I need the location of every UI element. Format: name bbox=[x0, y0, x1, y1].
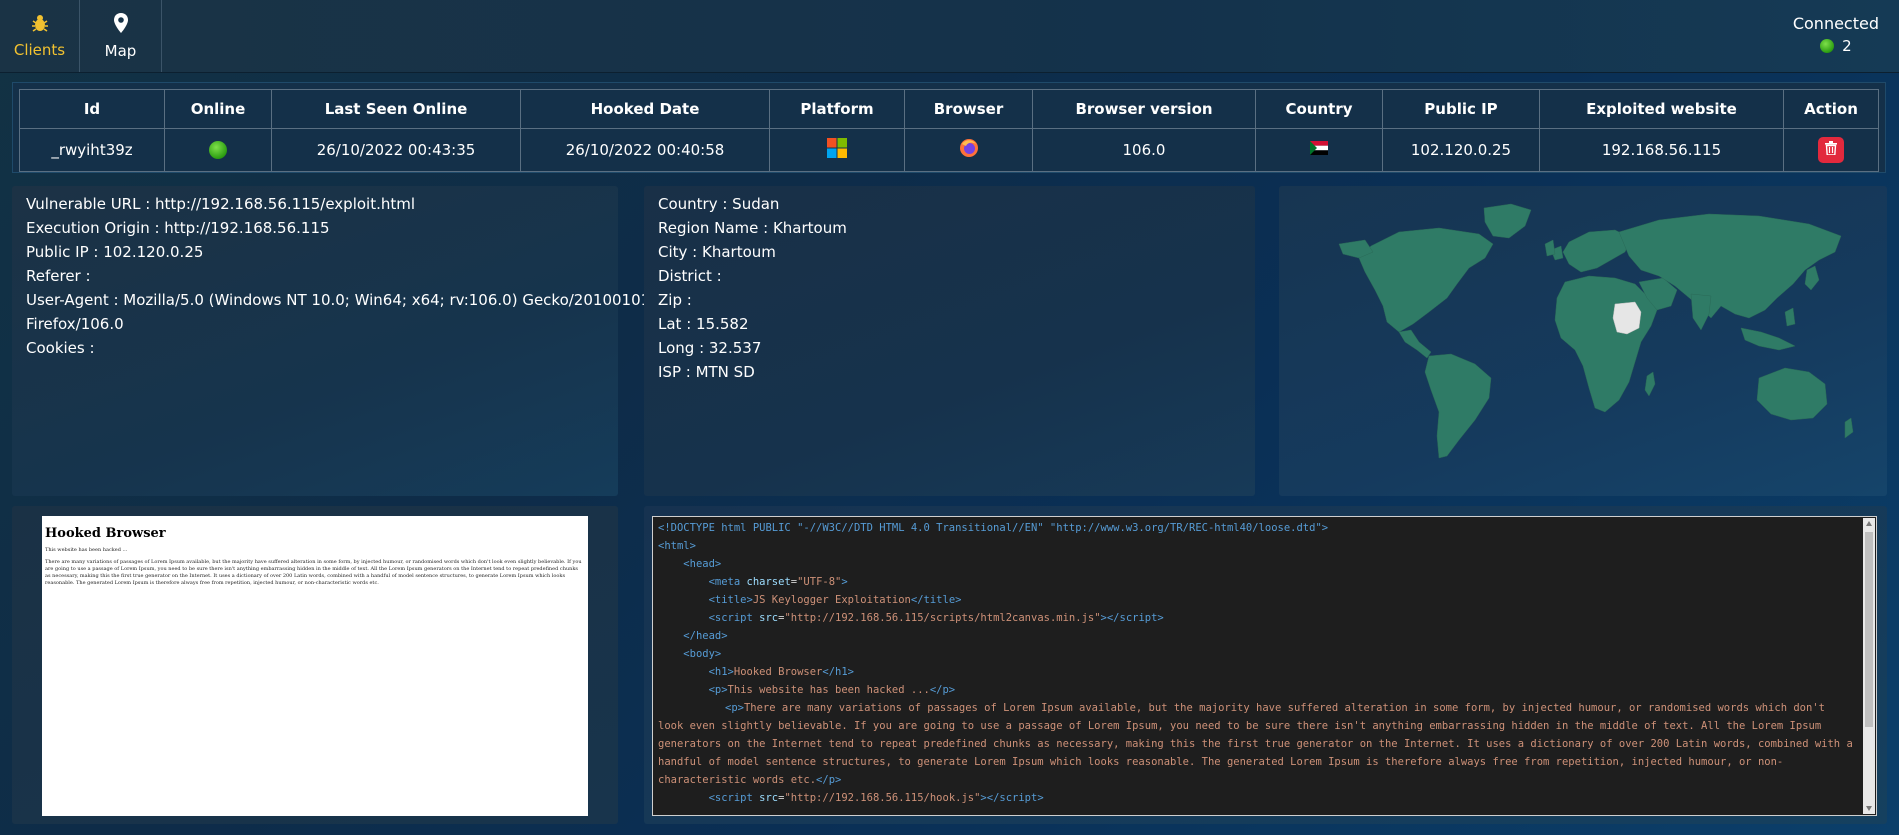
cookies: Cookies : bbox=[26, 339, 95, 357]
code-h1: Hooked Browser bbox=[733, 666, 823, 678]
clients-table: Id Online Last Seen Online Hooked Date P… bbox=[19, 89, 1879, 172]
cell-online bbox=[164, 128, 272, 172]
vulnerable-url: Vulnerable URL : http://192.168.56.115/e… bbox=[26, 195, 416, 213]
cell-id: _rwyiht39z bbox=[19, 128, 165, 172]
table-header-row: Id Online Last Seen Online Hooked Date P… bbox=[19, 89, 1879, 129]
public-ip: Public IP : 102.120.0.25 bbox=[26, 243, 204, 261]
col-country: Country bbox=[1255, 89, 1383, 129]
preview-paragraph-1: This website has been hacked ... bbox=[45, 547, 128, 553]
connection-status: Connected 2 bbox=[1793, 14, 1879, 55]
geo-region: Region Name : Khartoum bbox=[658, 219, 847, 237]
preview-paragraph-2: There are many variations of passages of… bbox=[45, 559, 582, 586]
sudan-highlight bbox=[1612, 301, 1642, 335]
col-last-seen: Last Seen Online bbox=[271, 89, 521, 129]
cell-public-ip: 102.120.0.25 bbox=[1382, 128, 1540, 172]
connected-count: 2 bbox=[1842, 37, 1852, 55]
nav-clients-label: Clients bbox=[13, 41, 66, 59]
cell-last-seen: 26/10/2022 00:43:35 bbox=[271, 128, 521, 172]
col-id: Id bbox=[19, 89, 165, 129]
world-map[interactable] bbox=[1279, 186, 1887, 496]
nav-clients-button[interactable]: Clients bbox=[0, 0, 80, 72]
cell-platform bbox=[769, 128, 905, 172]
col-exploited-website: Exploited website bbox=[1539, 89, 1784, 129]
cell-browser-version: 106.0 bbox=[1032, 128, 1256, 172]
geo-zip: Zip : bbox=[658, 291, 692, 309]
scroll-down-icon[interactable] bbox=[1866, 806, 1872, 811]
hooked-page-screenshot: Hooked Browser This website has been hac… bbox=[42, 516, 588, 816]
geo-country: Country : Sudan bbox=[658, 195, 780, 213]
geo-district: District : bbox=[658, 267, 722, 285]
cell-country bbox=[1255, 128, 1383, 172]
nav-map-button[interactable]: Map bbox=[80, 0, 162, 72]
cell-hooked-date: 26/10/2022 00:40:58 bbox=[520, 128, 770, 172]
col-browser-version: Browser version bbox=[1032, 89, 1256, 129]
code-script1-src: "http://192.168.56.115/scripts/html2canv… bbox=[784, 612, 1101, 624]
sudan-flag-icon bbox=[1310, 141, 1328, 159]
code-scrollbar[interactable] bbox=[1863, 518, 1875, 814]
page-source-code[interactable]: <!DOCTYPE html PUBLIC "-//W3C//DTD HTML … bbox=[652, 516, 1877, 816]
nav-map-label: Map bbox=[104, 42, 137, 60]
code-title: JS Keylogger Exploitation bbox=[752, 594, 911, 606]
delete-client-button[interactable] bbox=[1818, 137, 1844, 163]
connection-status-label: Connected bbox=[1792, 14, 1879, 33]
referer: Referer : bbox=[26, 267, 91, 285]
page-source-panel: <!DOCTYPE html PUBLIC "-//W3C//DTD HTML … bbox=[644, 506, 1887, 824]
geo-isp: ISP : MTN SD bbox=[658, 363, 755, 381]
trash-icon bbox=[1825, 141, 1837, 159]
bug-icon bbox=[30, 13, 50, 37]
code-script2-src: "http://192.168.56.115/hook.js" bbox=[784, 792, 981, 804]
cell-exploited-website: 192.168.56.115 bbox=[1539, 128, 1784, 172]
col-browser: Browser bbox=[904, 89, 1033, 129]
col-public-ip: Public IP bbox=[1382, 89, 1540, 129]
code-doctype: <!DOCTYPE html PUBLIC "-//W3C//DTD HTML … bbox=[658, 522, 1329, 534]
table-row[interactable]: _rwyiht39z 26/10/2022 00:43:35 26/10/202… bbox=[19, 128, 1879, 172]
user-agent-continued: Firefox/106.0 bbox=[26, 315, 124, 333]
code-p1: This website has been hacked ... bbox=[727, 684, 930, 696]
cell-action bbox=[1783, 128, 1879, 172]
top-navbar: Clients Map Connected 2 bbox=[0, 0, 1899, 73]
client-info-panel: Vulnerable URL : http://192.168.56.115/e… bbox=[12, 186, 651, 496]
col-action: Action bbox=[1783, 89, 1879, 129]
geo-lat: Lat : 15.582 bbox=[658, 315, 749, 333]
code-charset: "UTF-8" bbox=[797, 576, 842, 588]
col-platform: Platform bbox=[769, 89, 905, 129]
execution-origin: Execution Origin : http://192.168.56.115 bbox=[26, 219, 330, 237]
online-dot-icon bbox=[1820, 39, 1835, 53]
online-status-icon bbox=[209, 141, 227, 160]
geo-info-panel: Country : Sudan Region Name : Khartoum C… bbox=[644, 186, 1255, 496]
geo-city: City : Khartoum bbox=[658, 243, 776, 261]
screenshot-preview-panel: Hooked Browser This website has been hac… bbox=[12, 506, 618, 824]
world-map-panel bbox=[1279, 186, 1887, 496]
col-hooked-date: Hooked Date bbox=[520, 89, 770, 129]
col-online: Online bbox=[164, 89, 272, 129]
user-agent: User-Agent : Mozilla/5.0 (Windows NT 10.… bbox=[26, 291, 651, 309]
scroll-up-icon[interactable] bbox=[1866, 521, 1872, 526]
clients-table-container: Id Online Last Seen Online Hooked Date P… bbox=[12, 82, 1886, 173]
firefox-icon bbox=[959, 138, 979, 162]
scroll-thumb[interactable] bbox=[1865, 532, 1873, 727]
cell-browser bbox=[904, 128, 1033, 172]
geo-long: Long : 32.537 bbox=[658, 339, 762, 357]
map-pin-icon bbox=[112, 12, 130, 38]
windows-icon bbox=[827, 138, 847, 162]
preview-heading: Hooked Browser bbox=[45, 526, 166, 541]
